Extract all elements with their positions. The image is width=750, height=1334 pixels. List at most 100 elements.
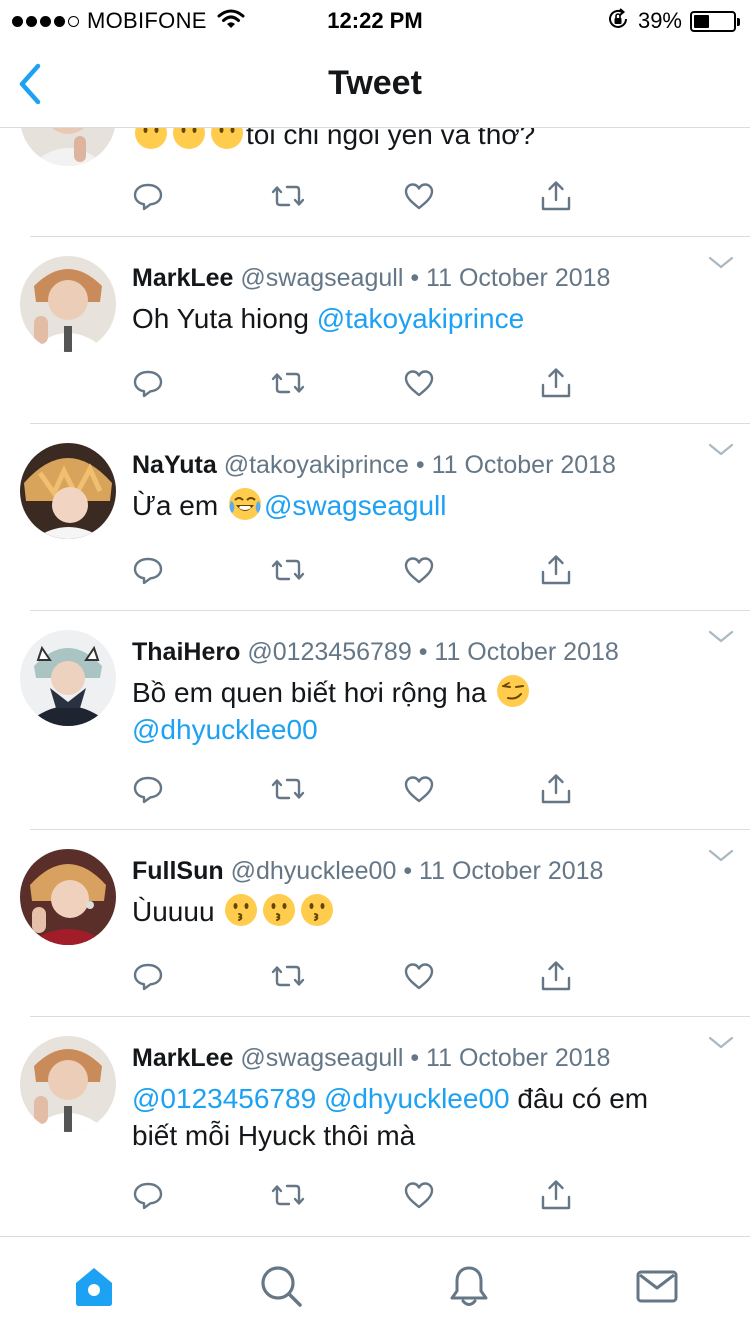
mention-link[interactable]: @dhyucklee00 xyxy=(324,1083,510,1114)
retweet-button[interactable] xyxy=(270,178,306,214)
like-button[interactable] xyxy=(401,1177,437,1213)
tab-messages[interactable] xyxy=(634,1263,680,1309)
reply-icon xyxy=(133,557,163,585)
tweet-text: tôi chỉ ngồi yên và thở? xyxy=(132,128,692,153)
tweet-text-content: tôi chỉ ngồi yên và thở? xyxy=(246,128,536,150)
back-button[interactable] xyxy=(12,60,52,108)
tweet-options-button[interactable] xyxy=(708,629,734,645)
tab-notifications[interactable] xyxy=(446,1263,492,1309)
tweet-text-content: Bồ em quen biết hơi rộng ha xyxy=(132,677,495,708)
tweet[interactable]: MarkLee @swagseagull • 11 October 2018 @… xyxy=(0,1017,750,1236)
user-handle[interactable]: @0123456789 xyxy=(247,638,411,666)
reply-button[interactable] xyxy=(130,365,166,401)
reply-button[interactable] xyxy=(130,552,166,588)
chevron-left-icon xyxy=(19,63,41,105)
tab-search[interactable] xyxy=(258,1263,304,1309)
retweet-button[interactable] xyxy=(270,552,306,588)
like-button[interactable] xyxy=(401,178,437,214)
reply-button[interactable] xyxy=(130,958,166,994)
mention-link[interactable]: @takoyakiprince xyxy=(317,303,524,334)
retweet-button[interactable] xyxy=(270,1177,306,1213)
tweet-date: 11 October 2018 xyxy=(426,1044,611,1072)
mention-link[interactable]: @swagseagull xyxy=(264,490,447,521)
avatar[interactable] xyxy=(20,1036,116,1132)
battery-level-fill xyxy=(694,14,709,28)
reply-icon xyxy=(133,1182,163,1210)
user-handle[interactable]: @swagseagull xyxy=(240,264,403,292)
mention-link[interactable]: @dhyucklee00 xyxy=(132,714,318,745)
tweet-options-button[interactable] xyxy=(708,848,734,864)
search-icon xyxy=(261,1266,302,1307)
tweet-partial[interactable]: tôi chỉ ngồi yên và thở? xyxy=(0,128,750,237)
kissing-face-emoji xyxy=(224,893,259,927)
tweet-text: Ừa em @swagseagull xyxy=(132,487,692,524)
tweet-date: 11 October 2018 xyxy=(431,451,616,479)
user-handle[interactable]: @dhyucklee00 xyxy=(231,857,397,885)
share-button[interactable] xyxy=(538,552,574,588)
share-button[interactable] xyxy=(538,771,574,807)
retweet-icon xyxy=(271,372,305,394)
battery-percentage: 39% xyxy=(637,8,682,33)
tab-home[interactable] xyxy=(71,1263,117,1309)
avatar[interactable] xyxy=(20,443,116,539)
display-name[interactable]: NaYuta xyxy=(132,451,217,479)
like-icon xyxy=(404,370,434,397)
chevron-down-icon xyxy=(708,849,734,862)
share-icon xyxy=(541,961,571,991)
kissing-face-emoji xyxy=(300,893,335,927)
avatar[interactable] xyxy=(20,128,116,166)
chevron-down-icon xyxy=(708,443,734,456)
chevron-down-icon xyxy=(708,630,734,643)
tweet[interactable]: MarkLee @swagseagull • 11 October 2018 O… xyxy=(0,237,750,424)
tweet-text-content: Oh Yuta hiong xyxy=(132,303,317,334)
retweet-button[interactable] xyxy=(270,958,306,994)
tweet[interactable]: FullSun @dhyucklee00 • 11 October 2018 Ù… xyxy=(0,830,750,1017)
like-button[interactable] xyxy=(401,365,437,401)
tweet[interactable]: NaYuta @takoyakiprince • 11 October 2018… xyxy=(0,424,750,611)
tweet-actions xyxy=(130,1177,590,1213)
display-name[interactable]: MarkLee xyxy=(132,1044,233,1072)
tweet-options-button[interactable] xyxy=(708,442,734,458)
mention-link[interactable]: @0123456789 xyxy=(132,1083,316,1114)
meta-separator: • xyxy=(418,638,428,666)
reply-icon xyxy=(133,963,163,991)
like-button[interactable] xyxy=(401,771,437,807)
tweet[interactable]: ThaiHero @0123456789 • 11 October 2018 B… xyxy=(0,611,750,830)
rotation-lock-icon xyxy=(606,7,630,36)
retweet-button[interactable] xyxy=(270,365,306,401)
like-icon xyxy=(404,963,434,990)
tweet-header: ThaiHero @0123456789 • 11 October 2018 xyxy=(132,637,619,667)
reply-button[interactable] xyxy=(130,1177,166,1213)
share-button[interactable] xyxy=(538,958,574,994)
like-button[interactable] xyxy=(401,958,437,994)
chevron-down-icon xyxy=(708,256,734,269)
share-icon xyxy=(541,1180,571,1210)
tweet-options-button[interactable] xyxy=(708,1035,734,1051)
retweet-icon xyxy=(271,559,305,581)
navigation-bar: Tweet xyxy=(0,40,750,128)
like-button[interactable] xyxy=(401,552,437,588)
tweet-actions xyxy=(130,552,590,588)
display-name[interactable]: MarkLee xyxy=(132,264,233,292)
share-button[interactable] xyxy=(538,1177,574,1213)
user-handle[interactable]: @swagseagull xyxy=(240,1044,403,1072)
reply-button[interactable] xyxy=(130,178,166,214)
tweet-options-button[interactable] xyxy=(708,255,734,271)
share-button[interactable] xyxy=(538,365,574,401)
notifications-icon xyxy=(450,1266,488,1306)
avatar[interactable] xyxy=(20,630,116,726)
reply-button[interactable] xyxy=(130,771,166,807)
user-handle[interactable]: @takoyakiprince xyxy=(224,451,409,479)
avatar[interactable] xyxy=(20,849,116,945)
share-button[interactable] xyxy=(538,178,574,214)
display-name[interactable]: FullSun xyxy=(132,857,224,885)
like-icon xyxy=(404,776,434,803)
retweet-button[interactable] xyxy=(270,771,306,807)
like-icon xyxy=(404,183,434,210)
conversation-feed[interactable]: tôi chỉ ngồi yên và thở? MarkLee @swagse… xyxy=(0,128,750,1236)
reply-icon xyxy=(133,183,163,211)
avatar[interactable] xyxy=(20,256,116,352)
like-icon xyxy=(404,1182,434,1209)
display-name[interactable]: ThaiHero xyxy=(132,638,240,666)
tweet-text-content: Ừa em xyxy=(132,490,226,521)
